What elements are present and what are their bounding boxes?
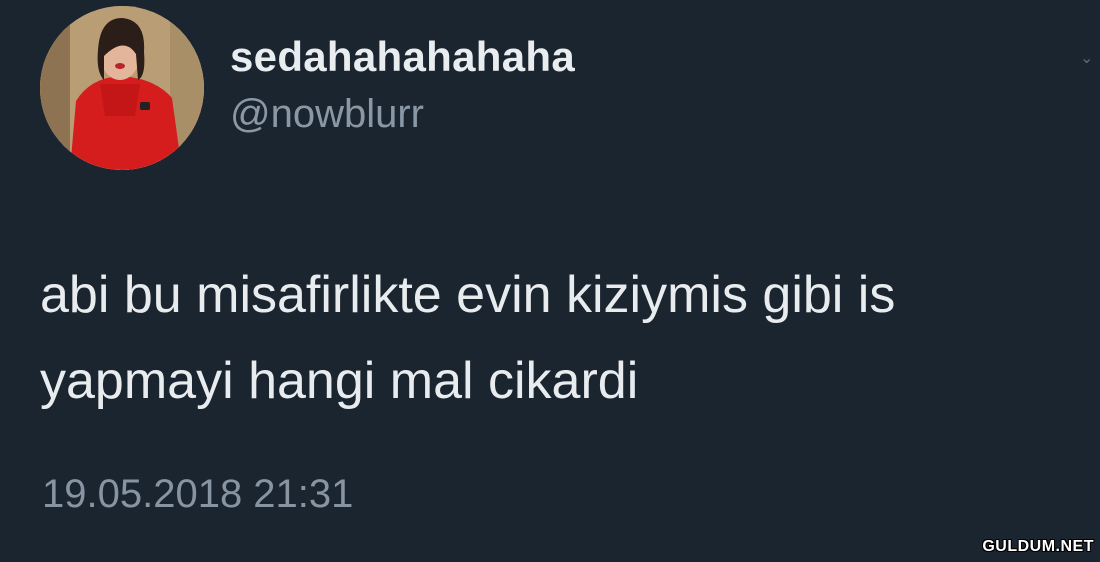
avatar[interactable] <box>40 6 204 170</box>
tweet-timestamp[interactable]: 19.05.2018 21:31 <box>42 472 353 517</box>
tweet-card: sedahahahahaha @nowblurr ⌄ abi bu misafi… <box>0 0 1100 562</box>
avatar-image <box>40 6 204 170</box>
display-name[interactable]: sedahahahahaha <box>230 33 575 81</box>
tweet-text-line: yapmayi hangi mal cikardi <box>40 352 639 410</box>
tweet-text: abi bu misafirlikte evin kiziymis gibi i… <box>40 252 1090 424</box>
username-handle[interactable]: @nowblurr <box>230 92 424 137</box>
chevron-down-icon[interactable]: ⌄ <box>1080 51 1094 67</box>
watermark: GULDUM.NET <box>982 538 1094 555</box>
tweet-text-line: abi bu misafirlikte evin kiziymis gibi i… <box>40 266 896 324</box>
